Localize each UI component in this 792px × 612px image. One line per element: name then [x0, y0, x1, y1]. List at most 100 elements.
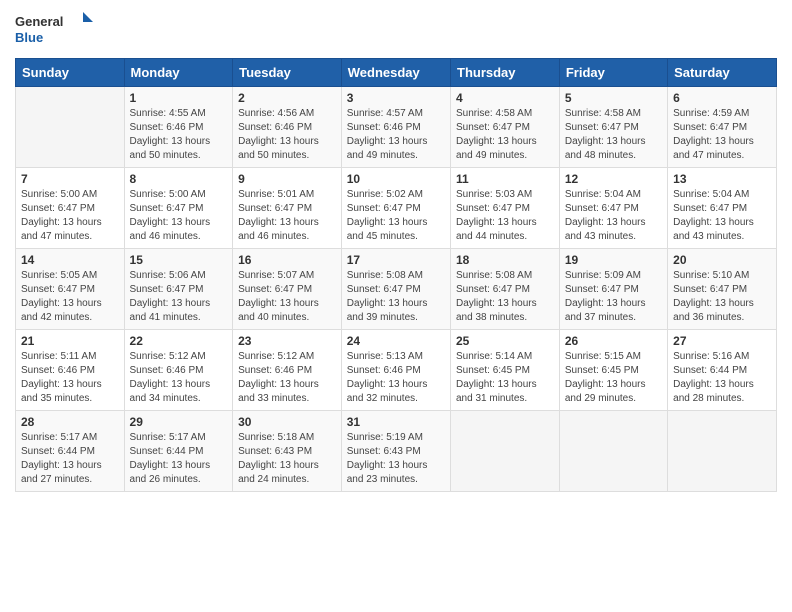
weekday-header-row: SundayMondayTuesdayWednesdayThursdayFrid…: [16, 59, 777, 87]
sunset-text: Sunset: 6:47 PM: [347, 284, 421, 295]
sunset-text: Sunset: 6:47 PM: [565, 203, 639, 214]
day-info: Sunrise: 5:11 AM Sunset: 6:46 PM Dayligh…: [21, 350, 119, 406]
calendar-cell: 31 Sunrise: 5:19 AM Sunset: 6:43 PM Dayl…: [341, 411, 450, 492]
sunrise-text: Sunrise: 5:12 AM: [130, 351, 206, 362]
day-number: 14: [21, 253, 119, 267]
sunset-text: Sunset: 6:46 PM: [238, 122, 312, 133]
calendar-cell: 7 Sunrise: 5:00 AM Sunset: 6:47 PM Dayli…: [16, 168, 125, 249]
sunrise-text: Sunrise: 4:59 AM: [673, 108, 749, 119]
day-info: Sunrise: 5:08 AM Sunset: 6:47 PM Dayligh…: [347, 269, 445, 325]
daylight-text: Daylight: 13 hours and 45 minutes.: [347, 217, 428, 242]
daylight-text: Daylight: 13 hours and 47 minutes.: [21, 217, 102, 242]
calendar-cell: 9 Sunrise: 5:01 AM Sunset: 6:47 PM Dayli…: [233, 168, 342, 249]
daylight-text: Daylight: 13 hours and 40 minutes.: [238, 298, 319, 323]
sunrise-text: Sunrise: 5:04 AM: [565, 189, 641, 200]
calendar-cell: 19 Sunrise: 5:09 AM Sunset: 6:47 PM Dayl…: [559, 249, 667, 330]
day-number: 11: [456, 172, 554, 186]
daylight-text: Daylight: 13 hours and 46 minutes.: [130, 217, 211, 242]
calendar: SundayMondayTuesdayWednesdayThursdayFrid…: [15, 58, 777, 492]
day-info: Sunrise: 5:08 AM Sunset: 6:47 PM Dayligh…: [456, 269, 554, 325]
logo-container: General Blue: [15, 10, 95, 50]
sunset-text: Sunset: 6:47 PM: [673, 122, 747, 133]
daylight-text: Daylight: 13 hours and 46 minutes.: [238, 217, 319, 242]
day-info: Sunrise: 5:14 AM Sunset: 6:45 PM Dayligh…: [456, 350, 554, 406]
day-number: 29: [130, 415, 228, 429]
day-number: 8: [130, 172, 228, 186]
sunrise-text: Sunrise: 5:02 AM: [347, 189, 423, 200]
sunset-text: Sunset: 6:47 PM: [673, 203, 747, 214]
daylight-text: Daylight: 13 hours and 39 minutes.: [347, 298, 428, 323]
sunrise-text: Sunrise: 5:18 AM: [238, 432, 314, 443]
svg-text:General: General: [15, 14, 63, 29]
sunrise-text: Sunrise: 5:12 AM: [238, 351, 314, 362]
sunset-text: Sunset: 6:46 PM: [347, 122, 421, 133]
sunrise-text: Sunrise: 4:56 AM: [238, 108, 314, 119]
day-info: Sunrise: 4:55 AM Sunset: 6:46 PM Dayligh…: [130, 107, 228, 163]
day-number: 15: [130, 253, 228, 267]
day-info: Sunrise: 5:04 AM Sunset: 6:47 PM Dayligh…: [673, 188, 771, 244]
calendar-cell: 22 Sunrise: 5:12 AM Sunset: 6:46 PM Dayl…: [124, 330, 233, 411]
calendar-cell: [16, 87, 125, 168]
day-number: 28: [21, 415, 119, 429]
sunrise-text: Sunrise: 5:15 AM: [565, 351, 641, 362]
day-number: 30: [238, 415, 336, 429]
sunrise-text: Sunrise: 5:00 AM: [21, 189, 97, 200]
calendar-cell: 25 Sunrise: 5:14 AM Sunset: 6:45 PM Dayl…: [451, 330, 560, 411]
calendar-cell: 15 Sunrise: 5:06 AM Sunset: 6:47 PM Dayl…: [124, 249, 233, 330]
daylight-text: Daylight: 13 hours and 42 minutes.: [21, 298, 102, 323]
sunrise-text: Sunrise: 5:13 AM: [347, 351, 423, 362]
calendar-cell: 18 Sunrise: 5:08 AM Sunset: 6:47 PM Dayl…: [451, 249, 560, 330]
calendar-cell: 6 Sunrise: 4:59 AM Sunset: 6:47 PM Dayli…: [668, 87, 777, 168]
day-number: 2: [238, 91, 336, 105]
day-info: Sunrise: 4:59 AM Sunset: 6:47 PM Dayligh…: [673, 107, 771, 163]
daylight-text: Daylight: 13 hours and 41 minutes.: [130, 298, 211, 323]
sunset-text: Sunset: 6:47 PM: [565, 122, 639, 133]
calendar-cell: 24 Sunrise: 5:13 AM Sunset: 6:46 PM Dayl…: [341, 330, 450, 411]
day-info: Sunrise: 5:01 AM Sunset: 6:47 PM Dayligh…: [238, 188, 336, 244]
day-number: 26: [565, 334, 662, 348]
daylight-text: Daylight: 13 hours and 32 minutes.: [347, 379, 428, 404]
sunset-text: Sunset: 6:44 PM: [673, 365, 747, 376]
calendar-cell: 4 Sunrise: 4:58 AM Sunset: 6:47 PM Dayli…: [451, 87, 560, 168]
calendar-cell: 17 Sunrise: 5:08 AM Sunset: 6:47 PM Dayl…: [341, 249, 450, 330]
day-number: 7: [21, 172, 119, 186]
sunrise-text: Sunrise: 4:58 AM: [456, 108, 532, 119]
daylight-text: Daylight: 13 hours and 50 minutes.: [130, 136, 211, 161]
sunset-text: Sunset: 6:46 PM: [21, 365, 95, 376]
sunrise-text: Sunrise: 5:06 AM: [130, 270, 206, 281]
daylight-text: Daylight: 13 hours and 27 minutes.: [21, 460, 102, 485]
sunset-text: Sunset: 6:45 PM: [565, 365, 639, 376]
weekday-header-monday: Monday: [124, 59, 233, 87]
daylight-text: Daylight: 13 hours and 35 minutes.: [21, 379, 102, 404]
sunset-text: Sunset: 6:47 PM: [21, 284, 95, 295]
calendar-week-row: 14 Sunrise: 5:05 AM Sunset: 6:47 PM Dayl…: [16, 249, 777, 330]
daylight-text: Daylight: 13 hours and 44 minutes.: [456, 217, 537, 242]
daylight-text: Daylight: 13 hours and 50 minutes.: [238, 136, 319, 161]
daylight-text: Daylight: 13 hours and 34 minutes.: [130, 379, 211, 404]
day-info: Sunrise: 5:03 AM Sunset: 6:47 PM Dayligh…: [456, 188, 554, 244]
sunrise-text: Sunrise: 5:14 AM: [456, 351, 532, 362]
sunrise-text: Sunrise: 5:17 AM: [21, 432, 97, 443]
sunset-text: Sunset: 6:47 PM: [238, 284, 312, 295]
daylight-text: Daylight: 13 hours and 49 minutes.: [347, 136, 428, 161]
day-number: 20: [673, 253, 771, 267]
sunset-text: Sunset: 6:47 PM: [347, 203, 421, 214]
sunset-text: Sunset: 6:43 PM: [347, 446, 421, 457]
day-number: 24: [347, 334, 445, 348]
calendar-cell: 16 Sunrise: 5:07 AM Sunset: 6:47 PM Dayl…: [233, 249, 342, 330]
sunset-text: Sunset: 6:45 PM: [456, 365, 530, 376]
calendar-cell: [668, 411, 777, 492]
day-info: Sunrise: 5:00 AM Sunset: 6:47 PM Dayligh…: [130, 188, 228, 244]
day-number: 18: [456, 253, 554, 267]
weekday-header-saturday: Saturday: [668, 59, 777, 87]
calendar-cell: 20 Sunrise: 5:10 AM Sunset: 6:47 PM Dayl…: [668, 249, 777, 330]
calendar-cell: 3 Sunrise: 4:57 AM Sunset: 6:46 PM Dayli…: [341, 87, 450, 168]
calendar-cell: 10 Sunrise: 5:02 AM Sunset: 6:47 PM Dayl…: [341, 168, 450, 249]
calendar-cell: 30 Sunrise: 5:18 AM Sunset: 6:43 PM Dayl…: [233, 411, 342, 492]
day-number: 9: [238, 172, 336, 186]
calendar-cell: 13 Sunrise: 5:04 AM Sunset: 6:47 PM Dayl…: [668, 168, 777, 249]
day-info: Sunrise: 5:06 AM Sunset: 6:47 PM Dayligh…: [130, 269, 228, 325]
daylight-text: Daylight: 13 hours and 43 minutes.: [565, 217, 646, 242]
weekday-header-friday: Friday: [559, 59, 667, 87]
calendar-cell: 11 Sunrise: 5:03 AM Sunset: 6:47 PM Dayl…: [451, 168, 560, 249]
